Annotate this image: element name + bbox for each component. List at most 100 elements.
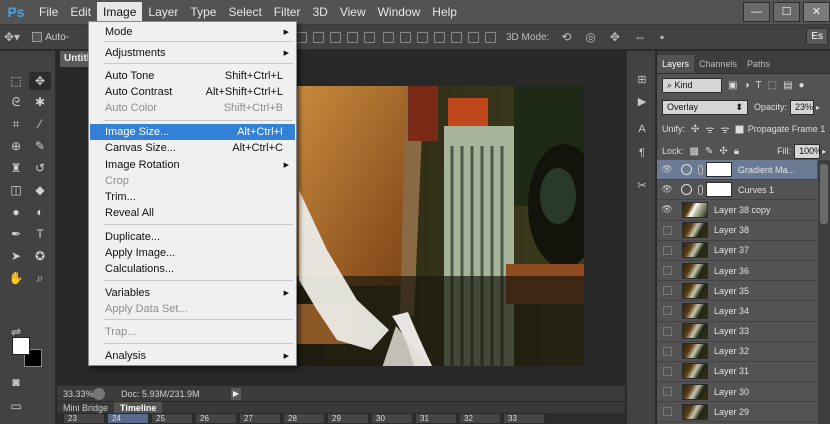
menu-file[interactable]: File <box>33 2 64 22</box>
menu-item-crop[interactable]: Crop <box>90 173 295 189</box>
shape-tool-icon[interactable]: ✪ <box>29 247 51 265</box>
move-tool-icon[interactable]: ✥▾ <box>4 30 20 44</box>
menu-item-reveal-all[interactable]: Reveal All <box>90 205 295 221</box>
layers-scroll-thumb[interactable] <box>820 164 828 224</box>
hand-tool-icon[interactable]: ✋ <box>5 269 27 287</box>
workspace-switcher[interactable]: Es <box>806 28 828 45</box>
actions-icon[interactable]: ▶ <box>636 95 648 108</box>
menu-item-apply-image[interactable]: Apply Image... <box>90 245 295 261</box>
visibility-toggle[interactable] <box>657 346 677 356</box>
filter-toggle-icon[interactable]: ● <box>799 80 805 91</box>
status-info-icon[interactable] <box>93 387 105 400</box>
history-icon[interactable]: ⊞ <box>636 73 648 86</box>
visibility-toggle[interactable] <box>657 225 677 235</box>
lock-position-icon[interactable]: ✣ <box>719 146 727 157</box>
opacity-dropdown-icon[interactable]: ▸ <box>816 103 820 112</box>
eraser-tool-icon[interactable]: ◫ <box>5 181 27 199</box>
tab-layers[interactable]: Layers <box>657 55 695 73</box>
eyedropper-icon[interactable]: ⁄ <box>29 115 51 133</box>
menu-filter[interactable]: Filter <box>268 2 307 22</box>
layer-row[interactable]: Layer 34 <box>657 301 817 322</box>
timeline-frame[interactable]: 33 <box>503 413 545 424</box>
layer-row[interactable]: Layer 38 <box>657 221 817 241</box>
status-menu-arrow-icon[interactable]: ▶ <box>231 387 241 400</box>
menu-select[interactable]: Select <box>222 2 267 22</box>
distribute-right-icon[interactable] <box>467 31 479 43</box>
brush-tool-icon[interactable]: ✎ <box>29 137 51 155</box>
menu-window[interactable]: Window <box>372 2 427 22</box>
history-brush-icon[interactable]: ↺ <box>29 159 51 177</box>
tool-presets-icon[interactable]: ✂ <box>636 179 648 192</box>
minimize-button[interactable]: — <box>743 1 770 22</box>
menu-help[interactable]: Help <box>426 2 463 22</box>
opacity-input[interactable]: 23% <box>790 99 815 115</box>
menu-item-variables[interactable]: Variables ▶ <box>90 285 295 301</box>
magic-wand-icon[interactable]: ✱ <box>29 93 51 111</box>
filter-type-icon[interactable]: T <box>756 80 762 91</box>
path-selection-icon[interactable]: ➤ <box>5 247 27 265</box>
menu-item-auto-color[interactable]: Auto Color Shift+Ctrl+B <box>90 100 295 116</box>
filter-smart-object-icon[interactable]: ▤ <box>783 80 792 91</box>
fill-dropdown-icon[interactable]: ▸ <box>822 147 826 156</box>
menu-item-trim[interactable]: Trim... <box>90 189 295 205</box>
distribute-left-icon[interactable] <box>433 31 445 43</box>
menu-item-trap[interactable]: Trap... <box>90 324 295 340</box>
unify-style-icon[interactable]: ᯤ <box>721 122 730 136</box>
paint-bucket-icon[interactable]: ◆ <box>29 181 51 199</box>
quick-mask-icon[interactable]: ◙ <box>5 373 27 391</box>
3d-scale-icon[interactable]: ▪ <box>660 30 664 44</box>
menu-item-apply-data-set[interactable]: Apply Data Set... <box>90 301 295 317</box>
zoom-readout[interactable]: 33.33% <box>57 389 94 399</box>
timeline-frame[interactable]: 32 <box>459 413 501 424</box>
align-vcenter-icon[interactable] <box>295 31 307 43</box>
layer-row[interactable]: 👁︎ Layer 38 copy <box>657 200 817 221</box>
layer-row[interactable]: Layer 33 <box>657 322 817 342</box>
timeline-frame[interactable]: 30 <box>371 413 413 424</box>
distribute-vcenter-icon[interactable] <box>399 31 411 43</box>
dodge-tool-icon[interactable]: ◐ <box>29 203 51 221</box>
crop-tool-icon[interactable]: ⌗ <box>5 115 27 133</box>
lock-all-icon[interactable]: 🔒︎ <box>734 146 739 157</box>
layer-row[interactable]: Layer 37 <box>657 241 817 261</box>
align-bottom-icon[interactable] <box>312 31 324 43</box>
3d-drag-icon[interactable]: ✥ <box>610 30 620 44</box>
menu-item-auto-tone[interactable]: Auto Tone Shift+Ctrl+L <box>90 68 295 84</box>
visibility-toggle[interactable] <box>657 387 677 397</box>
paragraph-icon[interactable]: ¶ <box>636 147 648 159</box>
eye-icon[interactable]: 👁︎ <box>657 184 677 195</box>
layers-scrollbar[interactable] <box>818 160 830 424</box>
menu-3d[interactable]: 3D <box>306 2 333 22</box>
visibility-toggle[interactable] <box>657 266 677 276</box>
timeline-frame[interactable]: 27 <box>239 413 281 424</box>
blend-mode-select[interactable]: Overlay ⬍ <box>662 99 748 115</box>
character-icon[interactable]: A <box>636 123 648 135</box>
distribute-bottom-icon[interactable] <box>416 31 428 43</box>
zoom-tool-icon[interactable]: ⌕ <box>29 269 51 287</box>
menu-item-duplicate[interactable]: Duplicate... <box>90 229 295 245</box>
timeline-frame[interactable]: 25 <box>151 413 193 424</box>
blur-tool-icon[interactable]: ● <box>5 203 27 221</box>
menu-item-analysis[interactable]: Analysis ▶ <box>90 348 295 364</box>
menu-item-mode[interactable]: Mode ▶ <box>90 24 295 40</box>
layer-row[interactable]: Layer 36 <box>657 261 817 282</box>
timeline-frame[interactable]: 28 <box>283 413 325 424</box>
layer-row[interactable]: Layer 30 <box>657 382 817 403</box>
tab-channels[interactable]: Channels <box>694 55 742 73</box>
eye-icon[interactable]: 👁︎ <box>657 204 677 215</box>
visibility-toggle[interactable] <box>657 306 677 316</box>
menu-item-adjustments[interactable]: Adjustments ▶ <box>90 45 295 61</box>
layer-row[interactable]: 👁︎ Curves 1 <box>657 180 817 201</box>
fill-input[interactable]: 100% <box>794 143 822 159</box>
layer-row[interactable]: Layer 31 <box>657 362 817 383</box>
propagate-checkbox[interactable] <box>734 124 744 134</box>
menu-image[interactable]: Image <box>97 2 143 22</box>
tab-paths[interactable]: Paths <box>742 55 775 73</box>
distribute-top-icon[interactable] <box>382 31 394 43</box>
type-tool-icon[interactable]: T <box>29 225 51 243</box>
menu-view[interactable]: View <box>334 2 372 22</box>
auto-align-icon[interactable] <box>484 31 496 43</box>
3d-slide-icon[interactable]: ⇔ <box>634 30 646 44</box>
filter-kind-select[interactable]: ⌕ Kind <box>662 77 722 93</box>
timeline-frame[interactable]: 24 <box>107 413 149 424</box>
3d-rotate-icon[interactable]: ⟲ <box>561 30 571 44</box>
